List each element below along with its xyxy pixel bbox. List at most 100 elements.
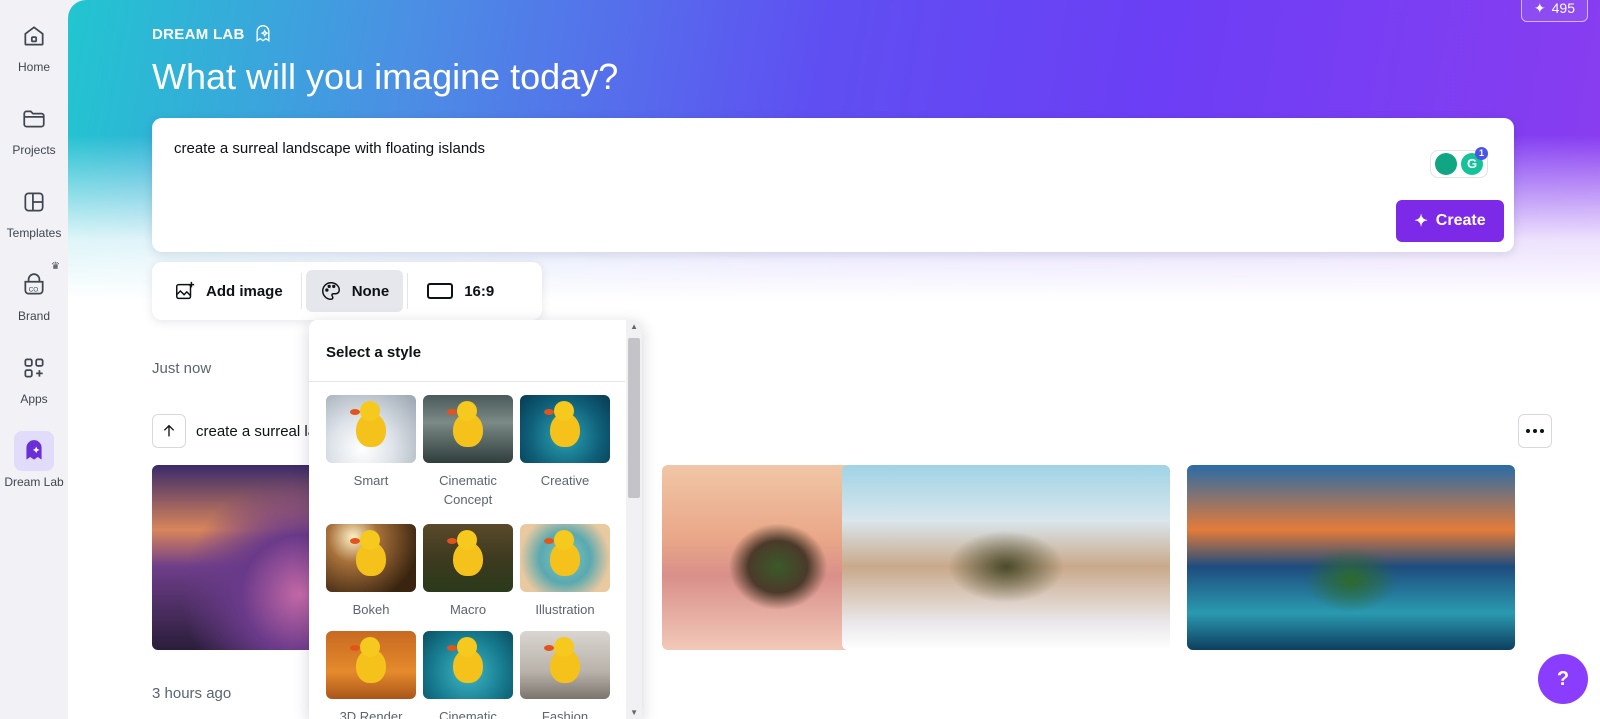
sidebar-label: Projects: [12, 143, 56, 157]
home-icon: [14, 16, 54, 56]
style-thumbnail: [520, 524, 610, 592]
timestamp-label: 3 hours ago: [152, 685, 232, 702]
dream-lab-icon: [256, 25, 270, 42]
sidebar-item-projects[interactable]: Projects: [0, 91, 68, 171]
style-label: Bokeh: [352, 602, 390, 617]
style-value: None: [351, 282, 390, 300]
style-label: Cinematic: [439, 709, 497, 719]
sparkle-icon: ✦: [1533, 0, 1546, 16]
style-option-fashion[interactable]: Fashion: [520, 631, 610, 719]
crown-icon: ♛: [51, 261, 60, 272]
grammarly-badge: 1: [1475, 147, 1488, 160]
duck-image: [447, 401, 483, 447]
duck-image: [544, 401, 580, 447]
grammarly-icon[interactable]: G 1: [1461, 147, 1488, 175]
scroll-down-icon[interactable]: ▼: [630, 708, 638, 717]
timestamp-label: Just now: [152, 360, 212, 377]
credits-counter[interactable]: ✦ 495: [1520, 0, 1588, 22]
add-image-label: Add image: [206, 282, 283, 300]
sidebar: Home Projects Templates CO ♛ Brand Apps …: [0, 0, 68, 719]
brand-icon: CO ♛: [14, 261, 60, 305]
style-option-macro[interactable]: Macro: [423, 524, 513, 619]
aspect-value: 16:9: [464, 282, 495, 300]
sparkle-icon: ✦: [1414, 213, 1428, 230]
style-option-bokeh[interactable]: Bokeh: [326, 524, 416, 619]
sidebar-item-home[interactable]: Home: [0, 8, 68, 88]
style-label: Smart: [353, 473, 389, 488]
style-button[interactable]: None: [305, 270, 404, 312]
templates-icon: [14, 182, 54, 222]
generation-prompt: create a surreal la: [196, 422, 317, 440]
style-thumbnail: [423, 395, 513, 463]
aspect-ratio-icon: [427, 283, 454, 299]
brand-row: DREAM LAB: [152, 24, 273, 44]
style-label: 3D Render: [339, 709, 403, 719]
dot: [1540, 429, 1544, 433]
prompt-input[interactable]: create a surreal landscape with floating…: [174, 140, 485, 157]
dream-lab-icon: [14, 431, 54, 471]
style-option-3d-render[interactable]: 3D Render: [326, 631, 416, 719]
style-dropdown: Select a style Smart Cinematic Concept C…: [309, 320, 642, 719]
sidebar-item-dream-lab[interactable]: Dream Lab: [0, 423, 68, 503]
scrollbar-thumb[interactable]: [628, 338, 640, 498]
sidebar-label: Dream Lab: [4, 475, 64, 489]
add-image-button[interactable]: Add image: [160, 270, 297, 312]
style-label: Macro: [449, 602, 487, 617]
scroll-up-icon[interactable]: ▲: [630, 322, 638, 331]
dropdown-scrollbar[interactable]: ▲ ▼: [626, 320, 642, 719]
style-thumbnail: [423, 524, 513, 592]
lightbulb-icon[interactable]: [1435, 153, 1457, 175]
duck-image: [350, 401, 386, 447]
generation-header: create a surreal la: [152, 414, 316, 448]
style-label: Illustration: [535, 602, 595, 617]
sidebar-label: Brand: [17, 309, 51, 323]
style-label: Fashion: [541, 709, 589, 719]
generated-image[interactable]: [1187, 465, 1515, 650]
credits-value: 495: [1551, 0, 1575, 16]
style-option-cinematic[interactable]: Cinematic: [423, 631, 513, 719]
style-thumbnail: [326, 524, 416, 592]
style-thumbnail: [520, 395, 610, 463]
style-thumbnail: [326, 395, 416, 463]
prompt-box[interactable]: create a surreal landscape with floating…: [152, 118, 1514, 252]
dot: [1533, 429, 1537, 433]
apps-icon: [14, 348, 54, 388]
create-label: Create: [1435, 212, 1486, 229]
prompt-toolbar: Add image None 16:9: [152, 262, 542, 320]
divider: [309, 381, 625, 382]
image-add-icon: [176, 281, 195, 300]
duck-image: [447, 530, 483, 576]
sidebar-label: Apps: [20, 392, 48, 406]
dropdown-title: Select a style: [326, 344, 422, 361]
style-label: Creative: [540, 473, 590, 488]
sidebar-item-templates[interactable]: Templates: [0, 174, 68, 254]
folder-icon: [14, 99, 54, 139]
arrow-up-icon: [163, 424, 175, 437]
duck-image: [447, 637, 483, 683]
duck-image: [350, 637, 386, 683]
divider: [407, 273, 409, 309]
main-panel: ✦ 495 DREAM LAB What will you imagine to…: [68, 0, 1600, 719]
style-option-illustration[interactable]: Illustration: [520, 524, 610, 619]
create-button[interactable]: ✦ Create: [1396, 200, 1504, 242]
assistant-icons: G 1: [1430, 147, 1488, 178]
palette-icon: [321, 282, 340, 300]
sidebar-item-apps[interactable]: Apps: [0, 340, 68, 420]
style-label: Cinematic Concept: [439, 473, 497, 507]
style-thumbnail: [520, 631, 610, 699]
page-title: What will you imagine today?: [152, 56, 619, 97]
sidebar-item-brand[interactable]: CO ♛ Brand: [0, 257, 68, 337]
style-thumbnail: [326, 631, 416, 699]
generated-image[interactable]: [842, 465, 1170, 650]
more-options-button[interactable]: [1518, 414, 1552, 448]
style-option-cinematic-concept[interactable]: Cinematic Concept: [423, 395, 513, 509]
style-option-creative[interactable]: Creative: [520, 395, 610, 490]
duck-image: [350, 530, 386, 576]
aspect-ratio-button[interactable]: 16:9: [412, 270, 508, 312]
help-button[interactable]: ?: [1538, 654, 1588, 704]
duck-image: [544, 530, 580, 576]
duck-image: [544, 637, 580, 683]
style-option-smart[interactable]: Smart: [326, 395, 416, 490]
svg-text:CO: CO: [29, 287, 39, 294]
reuse-prompt-button[interactable]: [152, 414, 186, 448]
